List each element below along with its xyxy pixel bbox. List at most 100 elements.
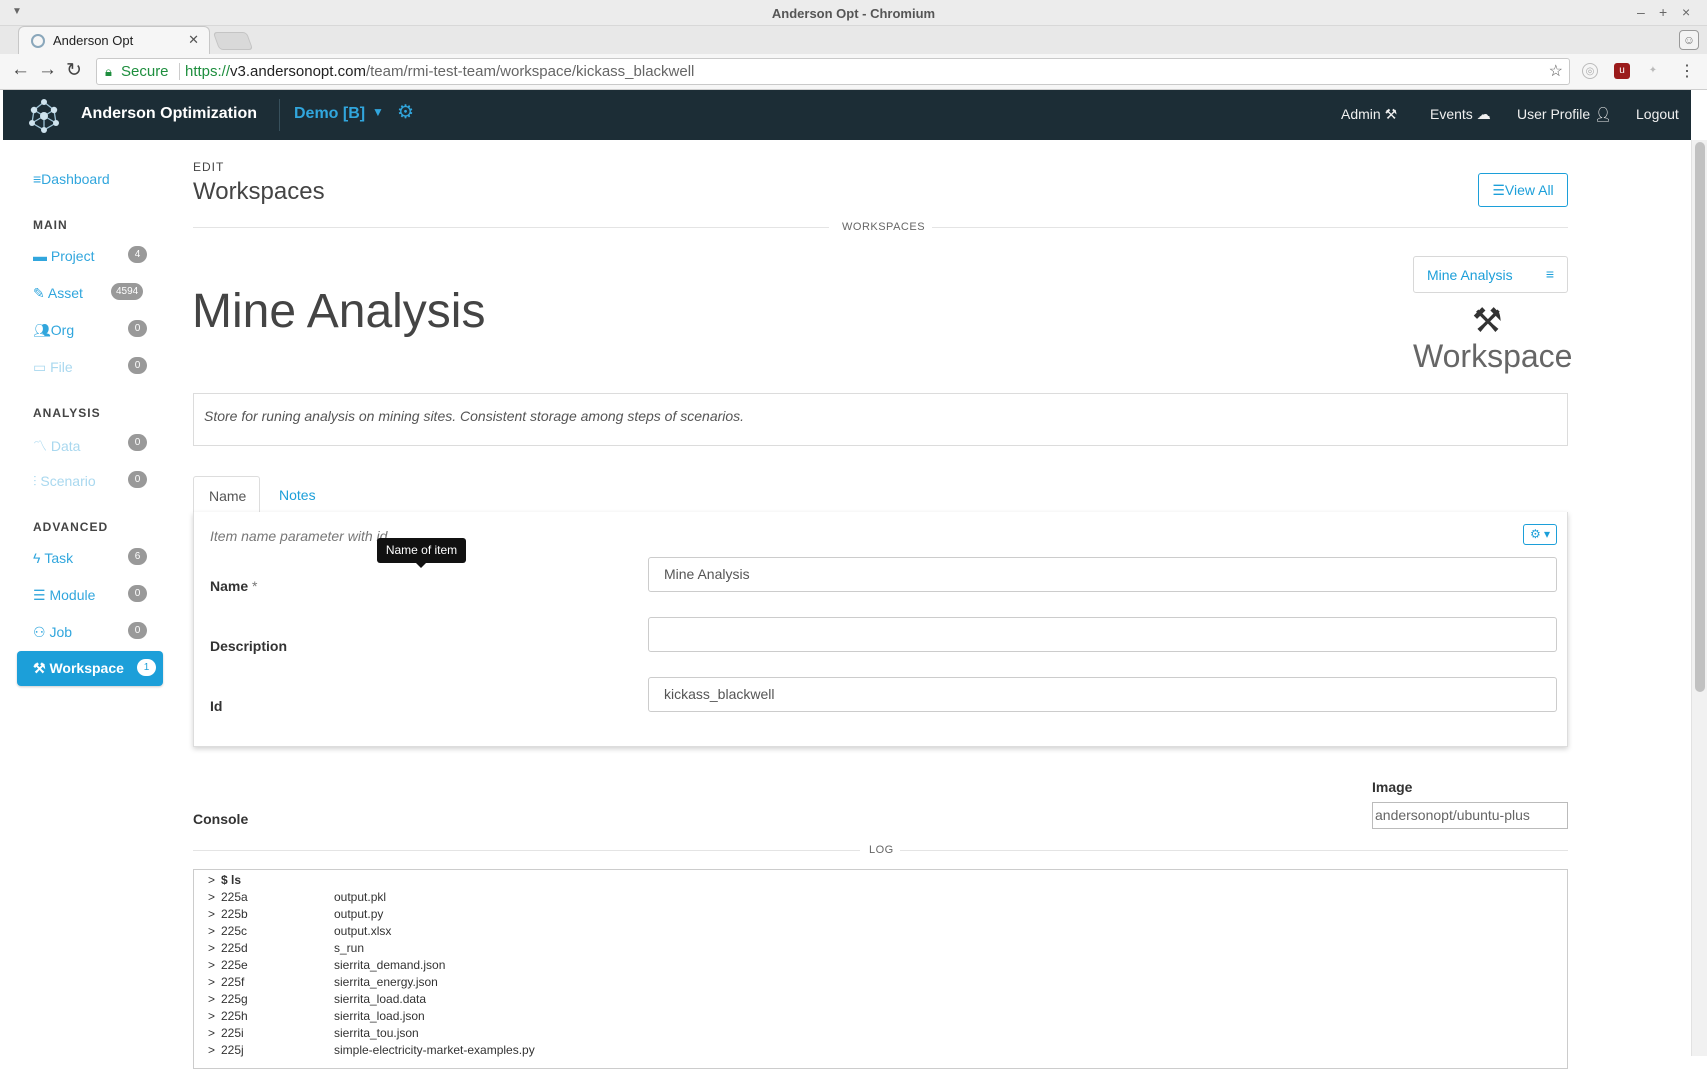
sidebar-item-org[interactable]: 👥︎Org [33, 322, 74, 339]
sidebar-item-file[interactable]: ▭ File [33, 359, 73, 376]
browser-menu-icon[interactable]: ⋮ [1679, 61, 1695, 81]
address-bar[interactable]: 🔒︎ Secure https://v3.andersonopt.com/tea… [96, 58, 1570, 85]
job-count-badge: 0 [128, 622, 147, 639]
file-tray-icon: ▭ [33, 359, 47, 375]
sidebar-item-data[interactable]: 〽 Data [33, 436, 80, 456]
scrollbar-thumb[interactable] [1695, 142, 1705, 692]
sidebar-item-label: Asset [47, 285, 83, 301]
workspaces-divider-label: WORKSPACES [842, 221, 926, 233]
sidebar-item-scenario[interactable]: ⫶ Scenario [33, 473, 96, 490]
description-field-label: Description [210, 638, 288, 654]
log-value: sierrita_tou.json [334, 1026, 419, 1040]
tab-name[interactable]: Name [193, 476, 260, 514]
admin-label: Admin [1341, 106, 1381, 122]
users-icon: 👥︎ [33, 322, 51, 338]
sidebar-item-dashboard[interactable]: ≡Dashboard [33, 171, 110, 187]
log-value: sierrita_energy.json [334, 975, 438, 989]
workspace-selector-label: Mine Analysis [1427, 267, 1513, 283]
navbar-divider [279, 99, 280, 131]
browser-profile-icon[interactable]: ☺ [1679, 30, 1699, 50]
ublock-icon[interactable]: u [1614, 63, 1630, 79]
log-key: 225b [221, 907, 248, 921]
page-scrollbar[interactable] [1691, 140, 1707, 1056]
hammer-wrench-icon: ⚒ [1472, 302, 1503, 340]
caret-down-icon[interactable]: ▼ [372, 105, 384, 119]
logout-link[interactable]: Logout [1636, 106, 1679, 122]
required-marker: * [252, 578, 258, 594]
user-profile-label: User Profile [1517, 106, 1591, 122]
sidebar-item-workspace[interactable]: ⚒ Workspace 1 [17, 651, 163, 686]
sliders-icon: ⫶ [33, 473, 37, 489]
secure-label: Secure [121, 63, 169, 80]
name-tooltip: Name of item [377, 538, 466, 568]
log-key: 225h [221, 1009, 248, 1023]
console-log[interactable]: > $ ls >225a output.pkl >225b output.py >22… [193, 869, 1568, 1069]
log-value: output.pkl [334, 890, 387, 904]
team-selector[interactable]: Demo [B] [294, 105, 365, 123]
description-input[interactable] [648, 617, 1557, 652]
bookmark-star-icon[interactable]: ☆ [1549, 59, 1563, 84]
log-key: 225i [221, 1026, 244, 1040]
forward-arrow-icon[interactable]: → [38, 59, 57, 81]
lightning-icon: ϟ [33, 550, 41, 566]
sidebar-item-label: Task [44, 550, 74, 566]
id-input[interactable]: kickass_blackwell [648, 677, 1557, 712]
dashboard-list-icon: ≡ [33, 171, 42, 187]
window-titlebar: ▼ Anderson Opt - Chromium – + × [0, 0, 1707, 26]
admin-link[interactable]: Admin ⚒ [1341, 106, 1397, 123]
form-hint: Item name parameter with id [210, 528, 388, 544]
back-arrow-icon[interactable]: ← [11, 59, 30, 81]
close-window-icon[interactable]: × [1682, 4, 1690, 20]
browser-tabstrip: Anderson Opt ✕ ☺ [0, 26, 1707, 54]
view-all-button[interactable]: ☰View All [1478, 173, 1568, 207]
log-key: $ ls [221, 873, 242, 887]
team-settings-gear-icon[interactable]: ⚙ [397, 101, 414, 124]
tools-icon: ⚒ [1384, 106, 1398, 122]
tab-notes[interactable]: Notes [279, 487, 316, 503]
menu-bars-icon: ≡ [1545, 266, 1554, 282]
log-key: 225c [221, 924, 248, 938]
window-title: Anderson Opt - Chromium [771, 6, 936, 21]
brand-name[interactable]: Anderson Optimization [81, 105, 257, 123]
maximize-icon[interactable]: + [1659, 4, 1667, 20]
sidebar-item-asset[interactable]: ✎ Asset [33, 285, 83, 302]
sidebar-heading-main: MAIN [33, 218, 68, 232]
sidebar-item-module[interactable]: ☰ Module [33, 587, 95, 604]
user-profile-link[interactable]: User Profile 👤︎ [1517, 106, 1612, 123]
sidebar-item-job[interactable]: ⚇ Job [33, 624, 72, 641]
app-navbar: Anderson Optimization Demo [B] ▼ ⚙ Admin… [3, 90, 1691, 140]
image-input[interactable]: andersonopt/ubuntu-plus [1372, 802, 1568, 829]
item-title: Mine Analysis [192, 285, 486, 338]
url-scheme: https:// [185, 63, 231, 80]
divider-line-right [900, 850, 1568, 851]
log-value: s_run [334, 941, 365, 955]
log-key: 225g [221, 992, 248, 1006]
workspace-count-badge: 1 [137, 659, 156, 676]
brand-logo-icon[interactable] [25, 97, 63, 135]
workspace-selector-button[interactable]: Mine Analysis ≡ [1413, 256, 1568, 293]
events-link[interactable]: Events ☁ [1430, 106, 1491, 123]
browser-tab[interactable]: Anderson Opt ✕ [18, 26, 210, 54]
name-input[interactable]: Mine Analysis [648, 557, 1557, 592]
asset-count-badge: 4594 [111, 283, 144, 300]
log-value: sierrita_load.data [334, 992, 427, 1006]
extension-puzzle-icon[interactable]: ✦ [1645, 63, 1661, 79]
sidebar-item-workspace-label: ⚒ Workspace [33, 660, 124, 677]
module-count-badge: 0 [128, 585, 147, 602]
extension-shield-icon[interactable]: ◎ [1582, 63, 1598, 79]
log-value: sierrita_load.json [334, 1009, 425, 1023]
reload-icon[interactable]: ↻ [66, 59, 82, 82]
cloud-icon: ☁ [1476, 106, 1491, 122]
sidebar-item-task[interactable]: ϟ Task [33, 550, 73, 566]
tab-close-icon[interactable]: ✕ [188, 32, 199, 48]
lock-icon: 🔒︎ [105, 64, 112, 79]
minimize-icon[interactable]: – [1637, 4, 1645, 20]
id-field-label: Id [210, 698, 223, 714]
sidebar-item-project[interactable]: ▬ Project [33, 248, 94, 264]
form-tabs: Name Notes [193, 476, 1568, 514]
item-type-label: Workspace [1413, 338, 1573, 374]
sidebar-item-label: Dashboard [41, 171, 110, 187]
form-settings-gear-button[interactable]: ⚙ ▾ [1523, 524, 1557, 545]
new-tab-button[interactable] [212, 32, 254, 50]
browser-toolbar: ← → ↻ 🔒︎ Secure https://v3.andersonopt.c… [0, 54, 1707, 90]
